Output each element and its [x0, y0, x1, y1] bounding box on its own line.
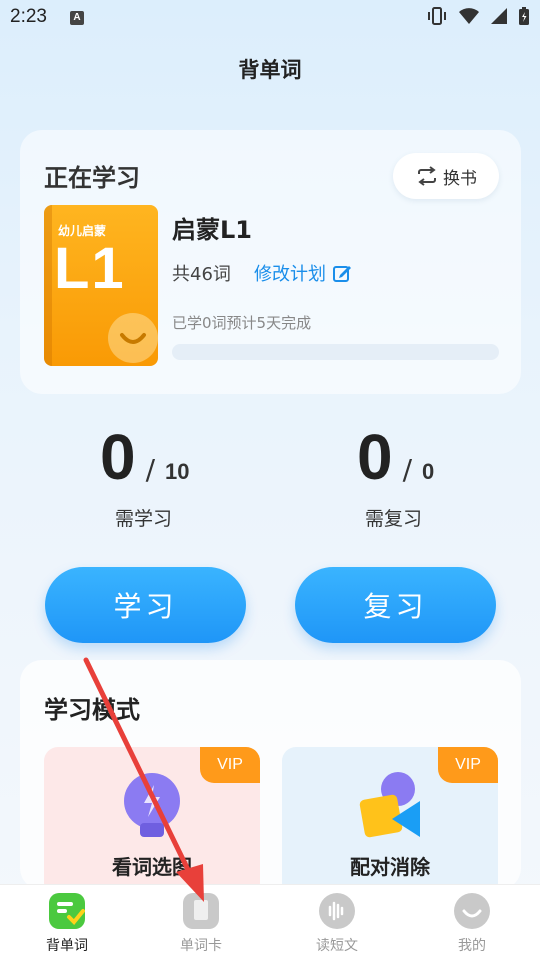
review-button[interactable]: 复习 [295, 567, 496, 643]
vip-badge: VIP [200, 747, 260, 783]
tab-word-cards-label: 单词卡 [180, 938, 222, 954]
tab-reading-label: 读短文 [316, 938, 358, 954]
card-icon [183, 893, 219, 929]
wifi-icon [459, 8, 479, 24]
current-study-heading: 正在学习 [44, 164, 140, 192]
vibrate-icon [428, 7, 446, 25]
tab-vocab[interactable]: 背单词 [22, 893, 112, 955]
learning-modes-card: 学习模式 VIP 看词选图 VIP 配对消除 [20, 660, 521, 890]
switch-book-button[interactable]: 换书 [393, 153, 499, 199]
learn-label: 需学习 [115, 508, 173, 530]
learn-slash: / [145, 453, 156, 486]
book-cover[interactable]: 幼儿启蒙 L1 [44, 205, 158, 366]
study-progress-bar [172, 344, 499, 360]
tab-word-cards[interactable]: 单词卡 [156, 893, 246, 955]
review-label: 需复习 [365, 508, 423, 530]
progress-text: 已学0词预计5天完成 [172, 314, 312, 332]
review-count: 0 [357, 421, 393, 493]
edit-icon [333, 266, 351, 282]
smile-logo-icon [108, 313, 158, 363]
signal-icon [491, 8, 507, 24]
tab-reading[interactable]: 读短文 [292, 893, 382, 955]
modify-plan-label: 修改计划 [254, 264, 326, 285]
learn-total: 10 [165, 459, 190, 484]
learn-count: 0 [100, 421, 136, 493]
learn-button[interactable]: 学习 [45, 567, 246, 643]
learn-stat: 0 / 10 需学习 [100, 420, 300, 530]
lightbulb-icon [124, 773, 180, 837]
reading-icon [319, 893, 355, 929]
shapes-icon [359, 772, 420, 838]
status-time: 2:23 [10, 6, 47, 27]
tab-vocab-label: 背单词 [46, 938, 88, 954]
swap-icon [418, 166, 436, 186]
learning-modes-heading: 学习模式 [44, 696, 140, 724]
mode-label-match-pairs: 配对消除 [350, 855, 430, 879]
mode-tile-match-pairs[interactable]: VIP 配对消除 [282, 747, 498, 890]
book-name: 启蒙L1 [172, 216, 252, 244]
word-count: 共46词 [172, 264, 231, 285]
notification-icon: A [70, 11, 84, 25]
book-spine [44, 205, 52, 366]
switch-book-label: 换书 [443, 168, 477, 189]
tab-profile[interactable]: 我的 [427, 893, 517, 955]
status-bar: 2:23 A [0, 0, 540, 36]
status-icons [426, 6, 530, 26]
current-study-card: 正在学习 换书 幼儿启蒙 L1 启蒙L1 共46词 修改计划 已学0词预计5天完… [20, 130, 521, 394]
bottom-tab-bar: 背单词 单词卡 读短文 我的 [0, 884, 540, 960]
book-cover-level: L1 [54, 236, 126, 301]
review-total: 0 [422, 459, 435, 484]
modify-plan-link[interactable]: 修改计划 [254, 260, 352, 286]
tab-profile-label: 我的 [458, 938, 486, 954]
review-slash: / [402, 453, 413, 486]
mode-label-pick-image: 看词选图 [112, 855, 192, 879]
profile-icon [454, 893, 490, 929]
battery-icon [519, 7, 529, 25]
page-title: 背单词 [238, 58, 302, 82]
vip-badge: VIP [438, 747, 498, 783]
vocab-icon [49, 893, 85, 929]
review-stat: 0 / 0 需复习 [357, 420, 540, 530]
mode-tile-pick-image[interactable]: VIP 看词选图 [44, 747, 260, 890]
